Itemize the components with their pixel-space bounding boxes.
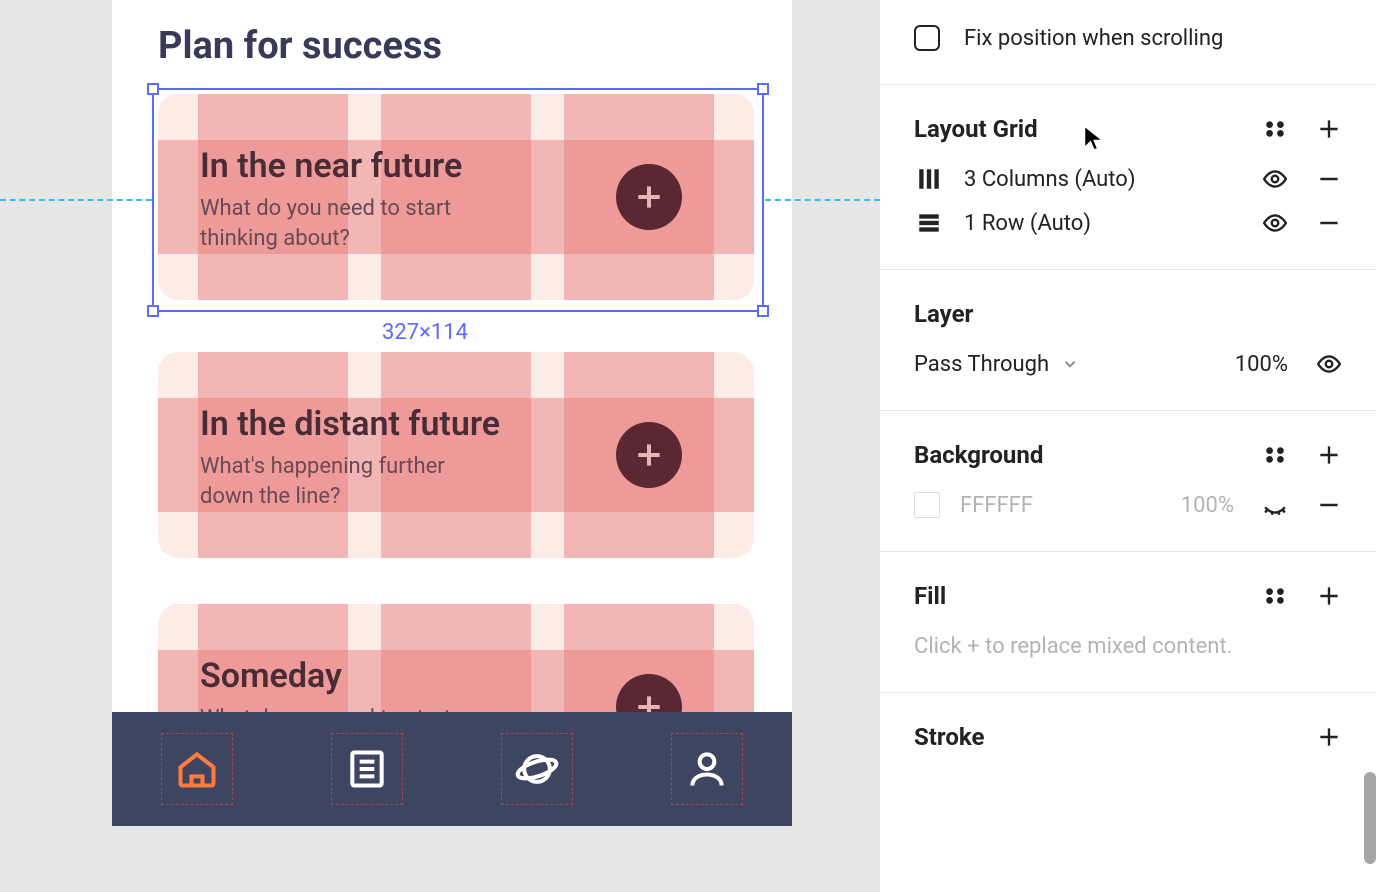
minus-icon bbox=[1316, 166, 1342, 192]
card-distant-future[interactable]: In the distant future What's happening f… bbox=[158, 352, 754, 558]
remove-button[interactable] bbox=[1316, 492, 1342, 518]
toggle-visibility-button[interactable] bbox=[1262, 210, 1288, 236]
background-section: Background FFFFFF 100% bbox=[880, 411, 1376, 552]
layer-opacity-input[interactable]: 100% bbox=[1235, 352, 1288, 377]
plus-icon bbox=[1316, 116, 1342, 142]
layout-grid-item-label: 3 Columns (Auto) bbox=[964, 167, 1136, 192]
minus-icon bbox=[1316, 492, 1342, 518]
minus-icon bbox=[1316, 210, 1342, 236]
page-title: Plan for success bbox=[158, 24, 442, 68]
columns-icon bbox=[914, 166, 944, 192]
layout-grid-item-label: 1 Row (Auto) bbox=[964, 211, 1091, 236]
card-title: Someday bbox=[200, 656, 342, 696]
alignment-guide bbox=[0, 199, 152, 201]
grid-styles-button[interactable] bbox=[1262, 116, 1288, 142]
device-frame: Plan for success In the near future What… bbox=[112, 0, 792, 826]
section-title: Layer bbox=[914, 300, 973, 328]
selection-dimensions: 327×114 bbox=[382, 320, 468, 345]
fix-position-label: Fix position when scrolling bbox=[964, 26, 1223, 51]
add-button[interactable] bbox=[616, 422, 682, 488]
add-stroke-button[interactable] bbox=[1316, 724, 1342, 750]
tab-list[interactable] bbox=[345, 747, 389, 791]
add-button[interactable] bbox=[616, 164, 682, 230]
eye-open-icon bbox=[1316, 351, 1342, 377]
background-styles-button[interactable] bbox=[1262, 442, 1288, 468]
tab-profile[interactable] bbox=[685, 747, 729, 791]
fill-hint: Click + to replace mixed content. bbox=[914, 634, 1232, 659]
dots-grid-icon bbox=[1262, 442, 1288, 468]
fill-section: Fill Click + to replace mixed content. bbox=[880, 552, 1376, 693]
remove-button[interactable] bbox=[1316, 166, 1342, 192]
eye-open-icon bbox=[1262, 210, 1288, 236]
toggle-visibility-button[interactable] bbox=[1262, 166, 1288, 192]
fix-position-checkbox[interactable] bbox=[914, 25, 940, 51]
fix-position-row[interactable]: Fix position when scrolling bbox=[914, 16, 1342, 60]
layout-grid-section: Layout Grid 3 Columns (Auto) bbox=[880, 85, 1376, 270]
eye-open-icon bbox=[1262, 166, 1288, 192]
fill-styles-button[interactable] bbox=[1262, 583, 1288, 609]
plus-icon bbox=[1316, 442, 1342, 468]
remove-button[interactable] bbox=[1316, 210, 1342, 236]
rows-icon bbox=[914, 210, 944, 236]
background-hex[interactable]: FFFFFF bbox=[960, 493, 1033, 518]
eye-closed-icon bbox=[1262, 492, 1288, 518]
add-background-button[interactable] bbox=[1316, 442, 1342, 468]
toggle-visibility-button[interactable] bbox=[1262, 492, 1288, 518]
card-near-future[interactable]: In the near future What do you need to s… bbox=[158, 94, 754, 300]
plus-icon bbox=[1316, 583, 1342, 609]
section-title: Stroke bbox=[914, 723, 984, 751]
device-tabbar bbox=[112, 712, 792, 826]
dots-grid-icon bbox=[1262, 116, 1288, 142]
panel-scrollbar[interactable] bbox=[1364, 772, 1376, 864]
alignment-guide bbox=[765, 199, 880, 201]
stroke-section: Stroke bbox=[880, 693, 1376, 789]
color-swatch[interactable] bbox=[914, 492, 940, 518]
section-title: Layout Grid bbox=[914, 115, 1038, 143]
dots-grid-icon bbox=[1262, 583, 1288, 609]
design-panel: Fix position when scrolling Layout Grid … bbox=[880, 0, 1376, 892]
add-layout-grid-button[interactable] bbox=[1316, 116, 1342, 142]
card-subtitle: What do you need to start thinking about… bbox=[200, 194, 500, 253]
blend-mode-select[interactable]: Pass Through bbox=[914, 352, 1079, 377]
background-opacity[interactable]: 100% bbox=[1181, 493, 1234, 518]
section-title: Background bbox=[914, 441, 1043, 469]
canvas[interactable]: Plan for success In the near future What… bbox=[0, 0, 880, 892]
section-title: Fill bbox=[914, 582, 946, 610]
tab-explore[interactable] bbox=[515, 747, 559, 791]
toggle-visibility-button[interactable] bbox=[1316, 351, 1342, 377]
background-fill-row[interactable]: FFFFFF 100% bbox=[914, 483, 1342, 527]
card-title: In the distant future bbox=[200, 404, 500, 444]
plus-icon bbox=[633, 181, 665, 213]
layer-section: Layer Pass Through 100% bbox=[880, 270, 1376, 411]
chevron-down-icon bbox=[1061, 355, 1079, 373]
tab-home[interactable] bbox=[175, 747, 219, 791]
layout-grid-item[interactable]: 3 Columns (Auto) bbox=[914, 157, 1342, 201]
plus-icon bbox=[633, 439, 665, 471]
add-fill-button[interactable] bbox=[1316, 583, 1342, 609]
mouse-cursor bbox=[1080, 124, 1108, 152]
layout-grid-item[interactable]: 1 Row (Auto) bbox=[914, 201, 1342, 245]
card-title: In the near future bbox=[200, 146, 462, 186]
card-subtitle: What's happening further down the line? bbox=[200, 452, 500, 511]
plus-icon bbox=[1316, 724, 1342, 750]
